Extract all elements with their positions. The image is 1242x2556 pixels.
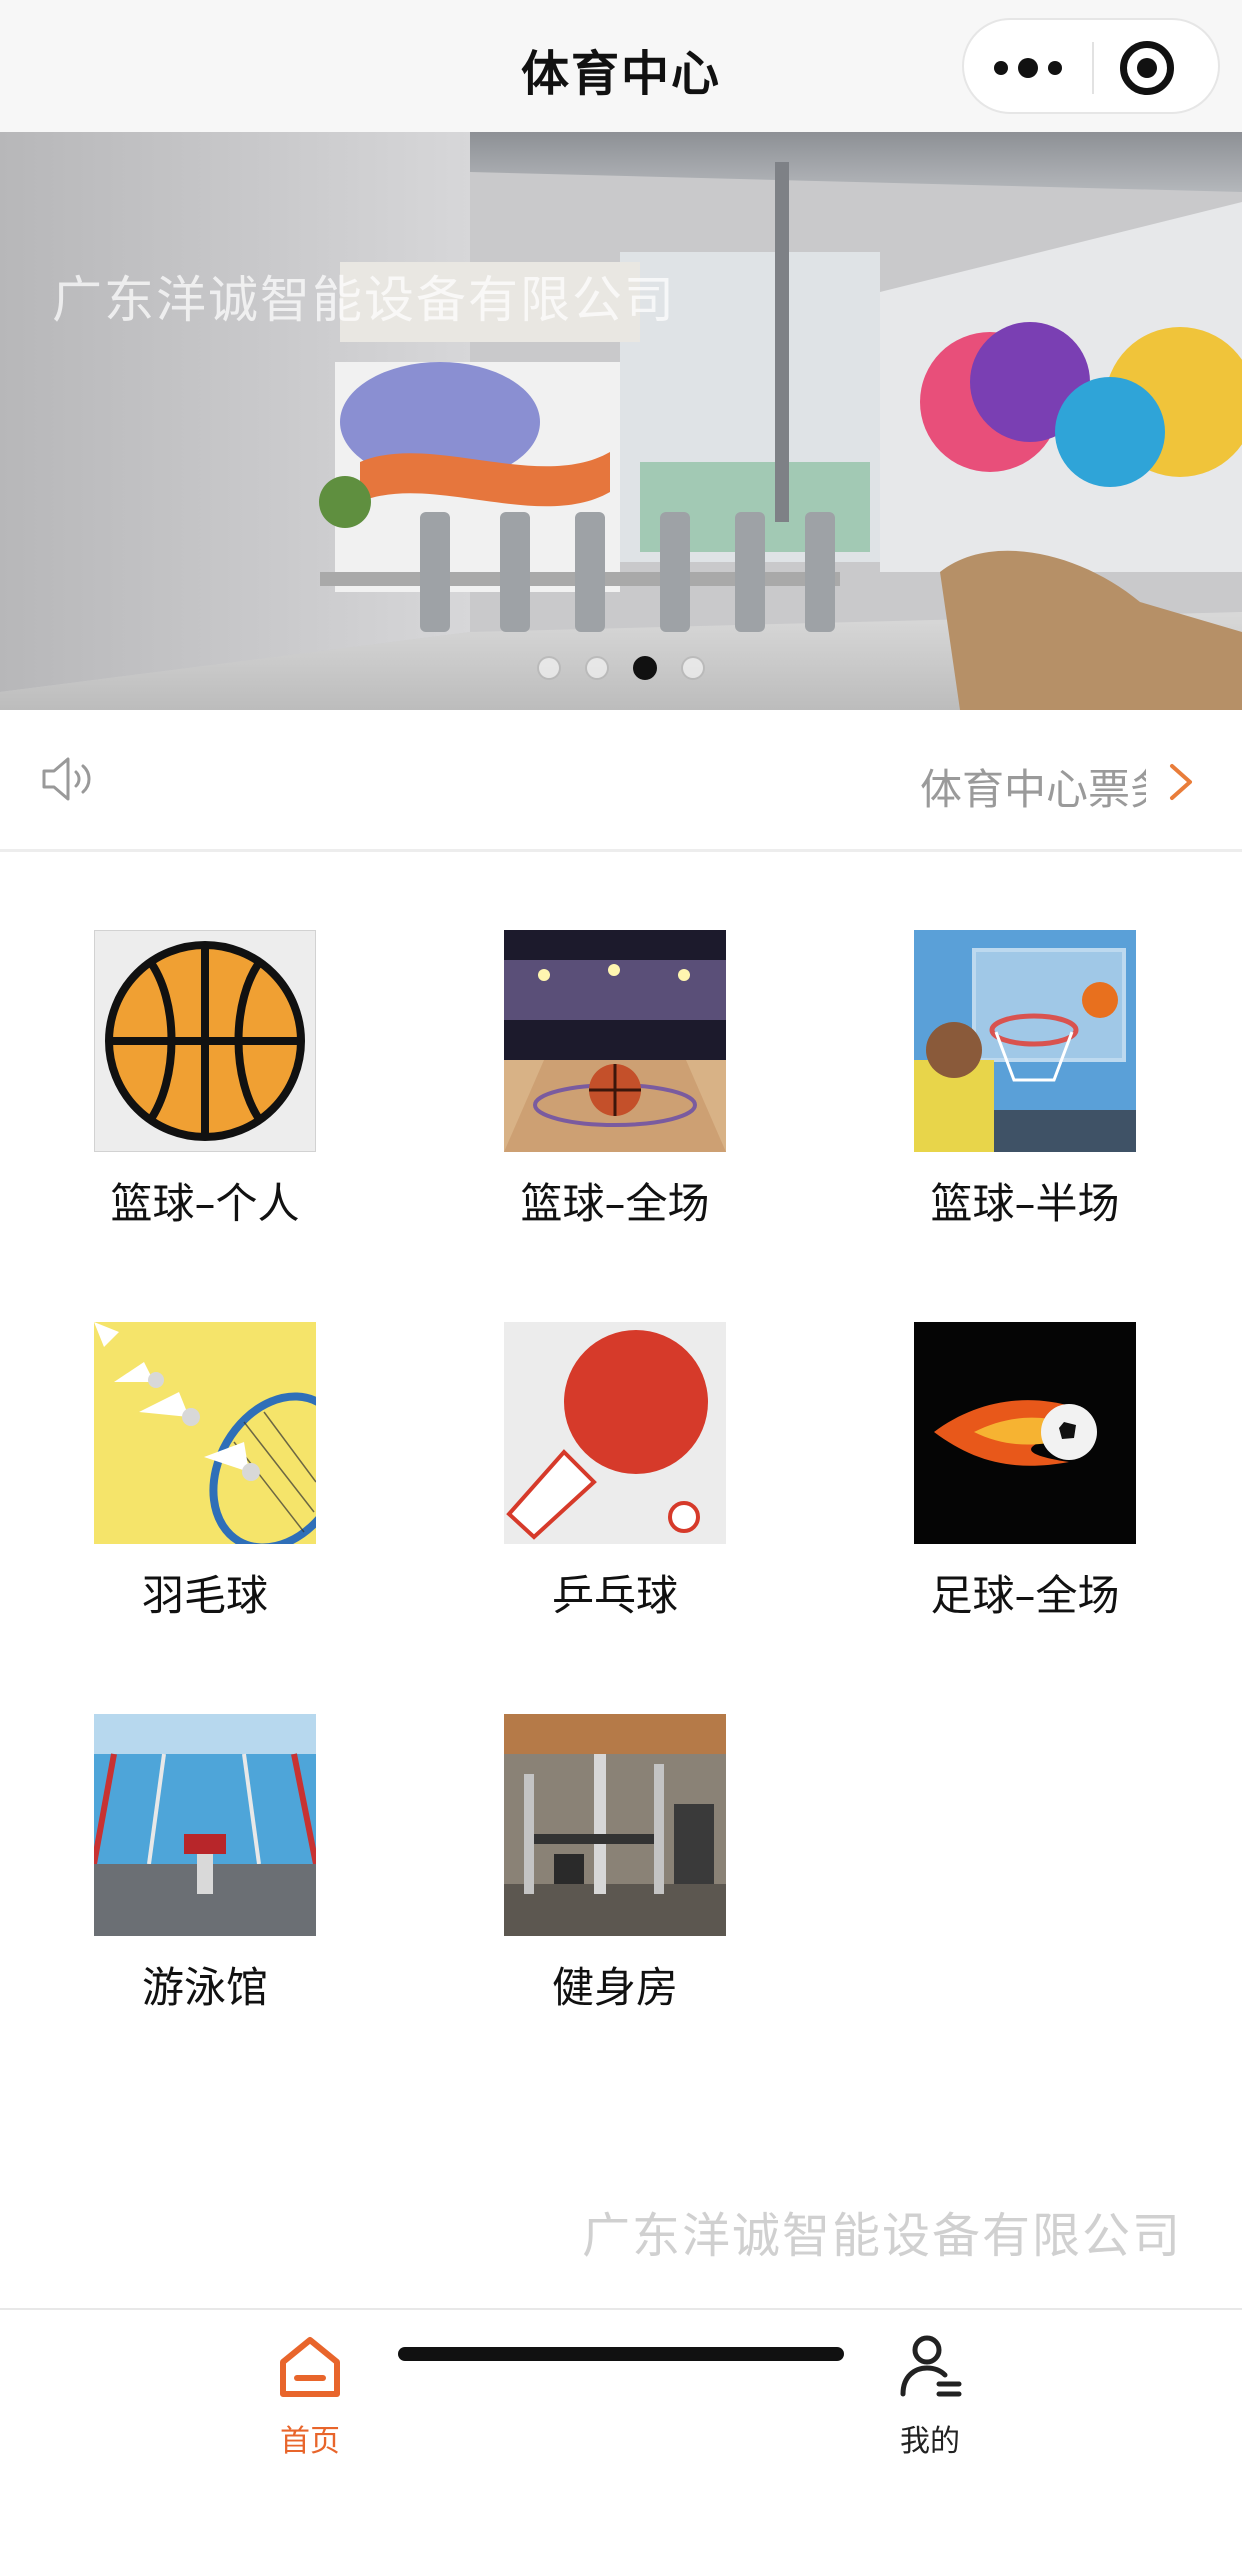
- venue-label: 游泳馆: [141, 1963, 268, 2012]
- carousel-dot-active[interactable]: [633, 656, 657, 680]
- ping-pong-paddle-icon: [504, 1322, 726, 1544]
- venue-item-football-full-field[interactable]: 足球–全场: [870, 1322, 1170, 1652]
- venue-label: 篮球–半场: [930, 1179, 1120, 1228]
- badminton-image: [94, 1322, 316, 1544]
- nav-bar: 体育中心: [0, 0, 1242, 132]
- banner-watermark: 广东洋诚智能设备有限公司: [52, 271, 676, 329]
- carousel-dot[interactable]: [681, 656, 705, 680]
- carousel-dot[interactable]: [537, 656, 561, 680]
- chevron-right-icon[interactable]: [1166, 762, 1196, 802]
- venue-item-swimming-pool[interactable]: 游泳馆: [50, 1714, 350, 2044]
- venue-item-basketball-individual[interactable]: 篮球–个人: [50, 930, 350, 1260]
- capsule-divider: [1092, 42, 1094, 94]
- sports-center-lobby-image: [0, 132, 1242, 710]
- mini-program-capsule: [962, 18, 1220, 114]
- home-indicator: [398, 2347, 844, 2361]
- swimming-pool-image: [94, 1714, 316, 1936]
- venue-item-basketball-half-court[interactable]: 篮球–半场: [870, 930, 1170, 1260]
- basketball-icon: [94, 930, 316, 1152]
- speaker-icon: [42, 757, 91, 801]
- venue-label: 羽毛球: [141, 1571, 268, 1620]
- venue-label: 篮球–全场: [520, 1179, 710, 1228]
- tab-label: 首页: [280, 2424, 340, 2459]
- venue-item-ping-pong[interactable]: 乒乓球: [460, 1322, 760, 1652]
- carousel-dot[interactable]: [585, 656, 609, 680]
- venue-label: 健身房: [551, 1963, 678, 2012]
- page-watermark: 广东洋诚智能设备有限公司: [582, 2208, 1183, 2264]
- venue-label: 乒乓球: [551, 1571, 678, 1620]
- tab-home[interactable]: 首页: [160, 2324, 460, 2464]
- venue-grid: 篮球–个人 篮球–全场 篮球–半场 羽毛球 乒乓球 足球–全场 游泳馆 健身房: [0, 852, 1242, 2092]
- venue-label: 足球–全场: [930, 1571, 1120, 1620]
- venue-item-badminton[interactable]: 羽毛球: [50, 1322, 350, 1652]
- user-icon: [900, 2335, 962, 2397]
- football-fire-image: [914, 1322, 1136, 1544]
- venue-label: 篮球–个人: [110, 1179, 300, 1228]
- basketball-court-image: [504, 930, 726, 1152]
- more-dots-icon[interactable]: [964, 20, 1092, 116]
- target-circle-icon[interactable]: [1120, 41, 1174, 95]
- basketball-hoop-image: [914, 930, 1136, 1152]
- gym-image: [504, 1714, 726, 1936]
- carousel-indicator: [0, 656, 1242, 680]
- home-icon: [280, 2337, 340, 2397]
- banner-carousel[interactable]: 广东洋诚智能设备有限公司: [0, 132, 1242, 710]
- venue-item-basketball-full-court[interactable]: 篮球–全场: [460, 930, 760, 1260]
- notice-bar[interactable]: 体育中心票务: [0, 710, 1242, 852]
- notice-text: 体育中心票务: [920, 765, 1146, 812]
- tab-bar: 首页 我的: [0, 2308, 1242, 2556]
- tab-label: 我的: [900, 2424, 960, 2459]
- venue-item-gym[interactable]: 健身房: [460, 1714, 760, 2044]
- tab-mine[interactable]: 我的: [780, 2324, 1080, 2464]
